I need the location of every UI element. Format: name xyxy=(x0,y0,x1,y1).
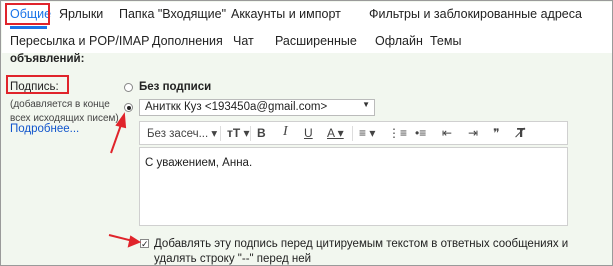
no-signature-radio[interactable] xyxy=(124,83,133,92)
learn-more-link[interactable]: Подробнее... xyxy=(10,123,79,135)
append-before-quote-checkbox[interactable]: ✓ xyxy=(140,239,149,249)
tab-advanced[interactable]: Расширенные xyxy=(275,34,357,48)
append-before-quote-label[interactable]: Добавлять эту подпись перед цитируемым т… xyxy=(154,237,609,265)
numbered-list-icon[interactable]: ⋮≡ xyxy=(388,126,407,140)
highlight-box-signature xyxy=(6,75,69,94)
tab-chat[interactable]: Чат xyxy=(233,34,254,48)
signature-note: (добавляется в конце всех исходящих писе… xyxy=(10,99,119,124)
quote-icon[interactable]: ❞ xyxy=(493,126,499,140)
arrow-to-checkbox xyxy=(108,234,134,242)
previous-section-label: объявлений: xyxy=(10,53,85,65)
settings-panel: Общие Ярлыки Папка "Входящие" Аккаунты и… xyxy=(0,0,613,266)
remove-formatting-icon[interactable]: T̸ xyxy=(517,126,525,140)
highlight-box-tab xyxy=(5,3,50,25)
bold-icon[interactable]: B xyxy=(257,126,266,140)
tab-offline[interactable]: Офлайн xyxy=(375,34,423,48)
arrow-head-checkbox xyxy=(127,235,142,248)
tab-forwarding-pop-imap[interactable]: Пересылка и POP/IMAP xyxy=(10,34,149,48)
dropdown-arrow-icon: ▼ xyxy=(362,100,370,109)
toolbar-divider xyxy=(220,126,221,141)
align-icon[interactable]: ≡ ▾ xyxy=(359,126,375,140)
font-family-label: Без засеч... xyxy=(147,128,209,140)
toolbar-divider xyxy=(352,126,353,141)
signature-editor[interactable]: С уважением, Анна. xyxy=(139,147,568,226)
font-family-select[interactable]: Без засеч... ▾ xyxy=(147,126,217,140)
account-select[interactable]: Аниткк Куз <193450a@gmail.com> ▼ xyxy=(139,99,375,116)
indent-less-icon[interactable]: ⇤ xyxy=(442,126,452,140)
toolbar-divider xyxy=(250,126,251,141)
arrow-to-radio xyxy=(110,121,123,154)
underline-icon[interactable]: U xyxy=(304,126,313,140)
settings-tabs-secondary: Пересылка и POP/IMAP Дополнения Чат Расш… xyxy=(2,29,612,53)
indent-more-icon[interactable]: ⇥ xyxy=(468,126,478,140)
tab-filters-blocked[interactable]: Фильтры и заблокированные адреса xyxy=(369,7,582,21)
no-signature-label[interactable]: Без подписи xyxy=(139,81,211,93)
italic-icon[interactable]: I xyxy=(283,124,288,140)
account-signature-radio[interactable] xyxy=(124,103,133,112)
tab-inbox[interactable]: Папка "Входящие" xyxy=(119,7,226,21)
tab-addons[interactable]: Дополнения xyxy=(152,34,223,48)
tab-labels[interactable]: Ярлыки xyxy=(59,7,103,21)
account-select-value: Аниткк Куз <193450a@gmail.com> xyxy=(145,101,328,113)
formatting-toolbar: Без засеч... ▾ ᴛT ▾ B I U A ▾ ≡ ▾ ⋮≡ •≡ … xyxy=(139,121,568,145)
font-size-icon[interactable]: ᴛT ▾ xyxy=(227,126,250,140)
text-color-icon[interactable]: A ▾ xyxy=(327,126,344,140)
tab-themes[interactable]: Темы xyxy=(430,34,461,48)
settings-tabs-primary: Общие Ярлыки Папка "Входящие" Аккаунты и… xyxy=(2,2,612,29)
tab-accounts-import[interactable]: Аккаунты и импорт xyxy=(231,7,341,21)
signature-text: С уважением, Анна. xyxy=(145,157,253,169)
bulleted-list-icon[interactable]: •≡ xyxy=(415,126,426,140)
